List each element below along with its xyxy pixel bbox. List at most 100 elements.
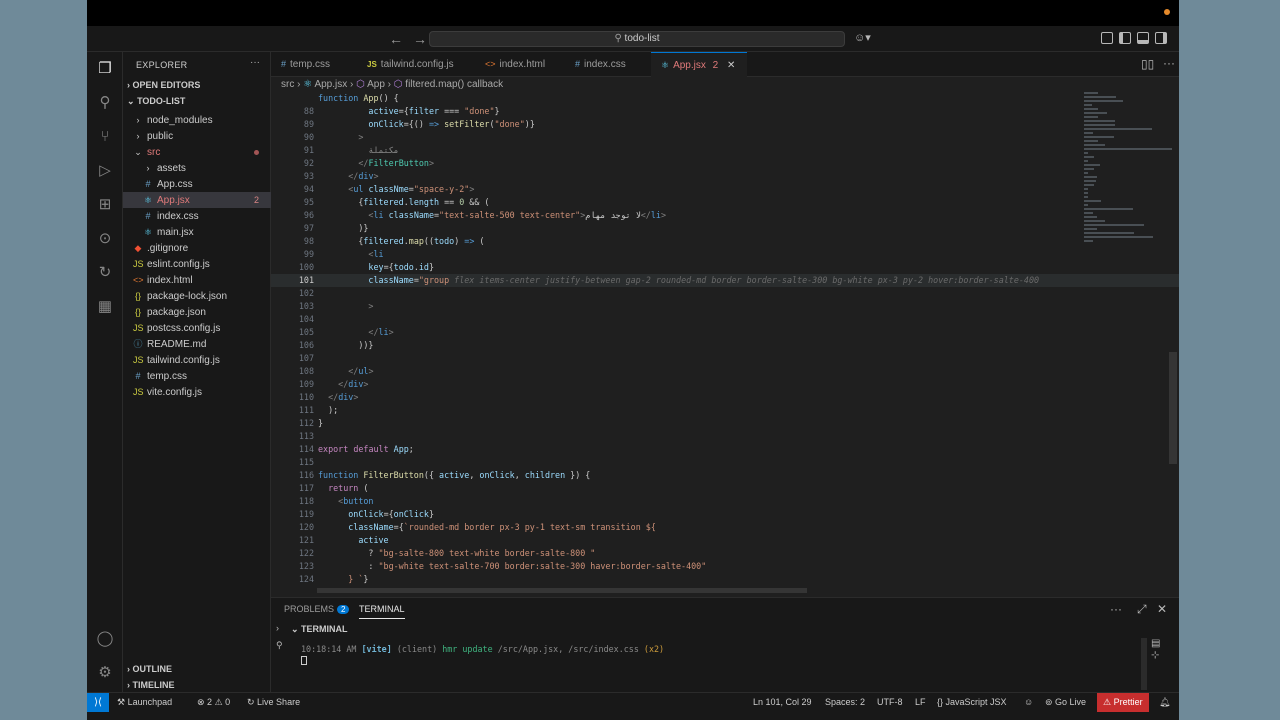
breadcrumb-file[interactable]: App.jsx — [314, 79, 347, 90]
editor-vertical-scrollbar[interactable] — [1169, 352, 1177, 464]
code-line[interactable]: 115 — [271, 456, 1179, 469]
code-line[interactable]: 108 </ul> — [271, 365, 1179, 378]
copilot-icon[interactable]: ☺▾ — [854, 31, 871, 44]
tab-terminal[interactable]: TERMINAL — [359, 604, 405, 619]
code-line[interactable]: 95 {filtered.length == 0 && ( — [271, 196, 1179, 209]
copilot-status-icon[interactable]: ☺ — [1024, 693, 1033, 712]
code-line[interactable]: 120 className={`rounded-md border px-3 p… — [271, 521, 1179, 534]
settings-gear-icon[interactable]: ⚙ — [96, 664, 114, 682]
tree-item[interactable]: # temp.css — [123, 368, 271, 384]
live-share-item[interactable]: ↻ Live Share — [247, 693, 300, 712]
split-editor-icon[interactable]: ▯▯ — [1141, 57, 1154, 71]
search-icon[interactable]: ⚲ — [96, 94, 114, 112]
code-line[interactable]: 100 key={todo.id} — [271, 261, 1179, 274]
breadcrumb-folder[interactable]: src — [281, 79, 294, 90]
code-line[interactable]: 117 return ( — [271, 482, 1179, 495]
toggle-sidebar-icon[interactable] — [1119, 32, 1131, 44]
code-line[interactable]: 119 onClick={onClick} — [271, 508, 1179, 521]
close-panel-icon[interactable]: ✕ — [1157, 602, 1167, 616]
code-line[interactable]: 121 active — [271, 534, 1179, 547]
tree-item[interactable]: ⚛ App.jsx 2 — [123, 192, 271, 208]
back-arrow-icon[interactable]: ← — [389, 31, 403, 47]
run-debug-icon[interactable]: ▷ — [96, 162, 114, 180]
more-actions-icon[interactable]: ··· — [250, 57, 260, 68]
tree-item[interactable]: › node_modules — [123, 112, 271, 128]
tree-item[interactable]: {} package.json — [123, 304, 271, 320]
toggle-secondary-sidebar-icon[interactable] — [1155, 32, 1167, 44]
go-live-item[interactable]: ⊚ Go Live — [1045, 693, 1086, 712]
chevron-right-icon[interactable]: › — [276, 623, 279, 633]
code-line[interactable]: 102 — [271, 287, 1179, 300]
forward-arrow-icon[interactable]: → — [413, 31, 427, 47]
tree-item[interactable]: ⓘ README.md — [123, 336, 271, 352]
encoding[interactable]: UTF-8 — [877, 693, 903, 712]
notifications-bell-icon[interactable]: 🔔︎ — [1159, 693, 1170, 712]
code-line[interactable]: 116 function FilterButton({ active, onCli… — [271, 469, 1179, 482]
code-line[interactable]: 97 )} — [271, 222, 1179, 235]
terminal-header[interactable]: ⌄ TERMINAL — [291, 624, 348, 635]
live-share-icon[interactable]: ↻ — [96, 264, 114, 282]
tree-item[interactable]: # App.css — [123, 176, 271, 192]
tree-item[interactable]: JS postcss.config.js — [123, 320, 271, 336]
open-editors-section[interactable]: › OPEN EDITORS — [127, 80, 200, 90]
code-line[interactable]: 111 ); — [271, 404, 1179, 417]
code-line[interactable]: 104 — [271, 313, 1179, 326]
toggle-panel-icon[interactable] — [1137, 32, 1149, 44]
code-line[interactable]: 114 export default App; — [271, 443, 1179, 456]
tree-item[interactable]: # index.css — [123, 208, 271, 224]
tab-app-jsx[interactable]: ⚛ App.jsx 2 ✕ — [651, 52, 747, 77]
tree-item[interactable]: › public — [123, 128, 271, 144]
tree-item[interactable]: ⌄ src — [123, 144, 271, 160]
timeline-section[interactable]: › TIMELINE — [127, 680, 175, 690]
language-mode[interactable]: {} JavaScript JSX — [937, 693, 1007, 712]
end-of-line[interactable]: LF — [915, 693, 926, 712]
code-line[interactable]: 122 ? "bg-salte-800 text-white border-sa… — [271, 547, 1179, 560]
tree-item[interactable]: ◆ .gitignore — [123, 240, 271, 256]
extensions-icon[interactable]: ⊞ — [96, 196, 114, 214]
code-line[interactable]: 109 </div> — [271, 378, 1179, 391]
code-line[interactable]: 123 : "bg-white text-salte-700 border:sa… — [271, 560, 1179, 573]
tab-index-html[interactable]: <> index.html — [485, 52, 569, 77]
prettier-item[interactable]: ⚠ Prettier — [1097, 693, 1149, 712]
breadcrumb-callback[interactable]: filtered.map() callback — [405, 79, 503, 90]
problems-status[interactable]: ⊗ 2 ⚠ 0 — [197, 693, 230, 712]
explorer-icon[interactable]: ❐ — [96, 60, 114, 78]
maximize-panel-icon[interactable]: ⤢ — [1137, 602, 1147, 617]
code-line[interactable]: 110 </div> — [271, 391, 1179, 404]
indentation[interactable]: Spaces: 2 — [825, 693, 865, 712]
tree-item[interactable]: › assets — [123, 160, 271, 176]
minimap[interactable] — [1084, 92, 1174, 292]
tab-problems[interactable]: PROBLEMS 2 — [284, 604, 350, 614]
code-line[interactable]: 91 مكتملة — [271, 144, 1179, 157]
terminal-scrollbar[interactable] — [1141, 638, 1147, 690]
tab-index-css[interactable]: # index.css — [575, 52, 655, 77]
command-center-search[interactable]: ⚲ todo-list — [429, 31, 845, 47]
code-line[interactable]: 103 > — [271, 300, 1179, 313]
code-editor[interactable]: function App() {88 active={filter === "d… — [271, 92, 1179, 594]
code-line[interactable]: 107 — [271, 352, 1179, 365]
more-actions-icon[interactable]: ··· — [1163, 56, 1175, 70]
code-line[interactable]: 92 </FilterButton> — [271, 157, 1179, 170]
code-line[interactable]: 113 — [271, 430, 1179, 443]
source-control-icon[interactable]: ⑂ — [96, 128, 114, 146]
accounts-icon[interactable]: ◯ — [96, 630, 114, 648]
tab-temp-css[interactable]: # temp.css — [281, 52, 361, 77]
tree-item[interactable]: JS tailwind.config.js — [123, 352, 271, 368]
code-line[interactable]: 93 </div> — [271, 170, 1179, 183]
layout-customize-icon[interactable] — [1101, 32, 1113, 44]
outline-section[interactable]: › OUTLINE — [127, 664, 172, 674]
code-line[interactable]: 96 <li className="text-salte-500 text-ce… — [271, 209, 1179, 222]
close-icon[interactable]: ✕ — [727, 60, 735, 71]
code-line[interactable]: 99 <li — [271, 248, 1179, 261]
project-folder-section[interactable]: ⌄ TODO-LIST — [127, 96, 185, 107]
code-line[interactable]: 101 className="group flex items-center j… — [271, 274, 1179, 287]
code-line[interactable]: 105 </li> — [271, 326, 1179, 339]
code-line[interactable]: 90 > — [271, 131, 1179, 144]
tab-tailwind-config[interactable]: JS tailwind.config.js — [367, 52, 475, 77]
launchpad-item[interactable]: ⚒ Launchpad — [117, 693, 172, 712]
remote-explorer-icon[interactable]: ⊙ — [96, 230, 114, 248]
remote-indicator-icon[interactable]: ⟩⟨ — [87, 693, 109, 712]
terminal-list-icon[interactable]: ▤ — [1151, 638, 1160, 649]
tree-item[interactable]: {} package-lock.json — [123, 288, 271, 304]
code-line[interactable]: 124 } `} — [271, 573, 1179, 586]
